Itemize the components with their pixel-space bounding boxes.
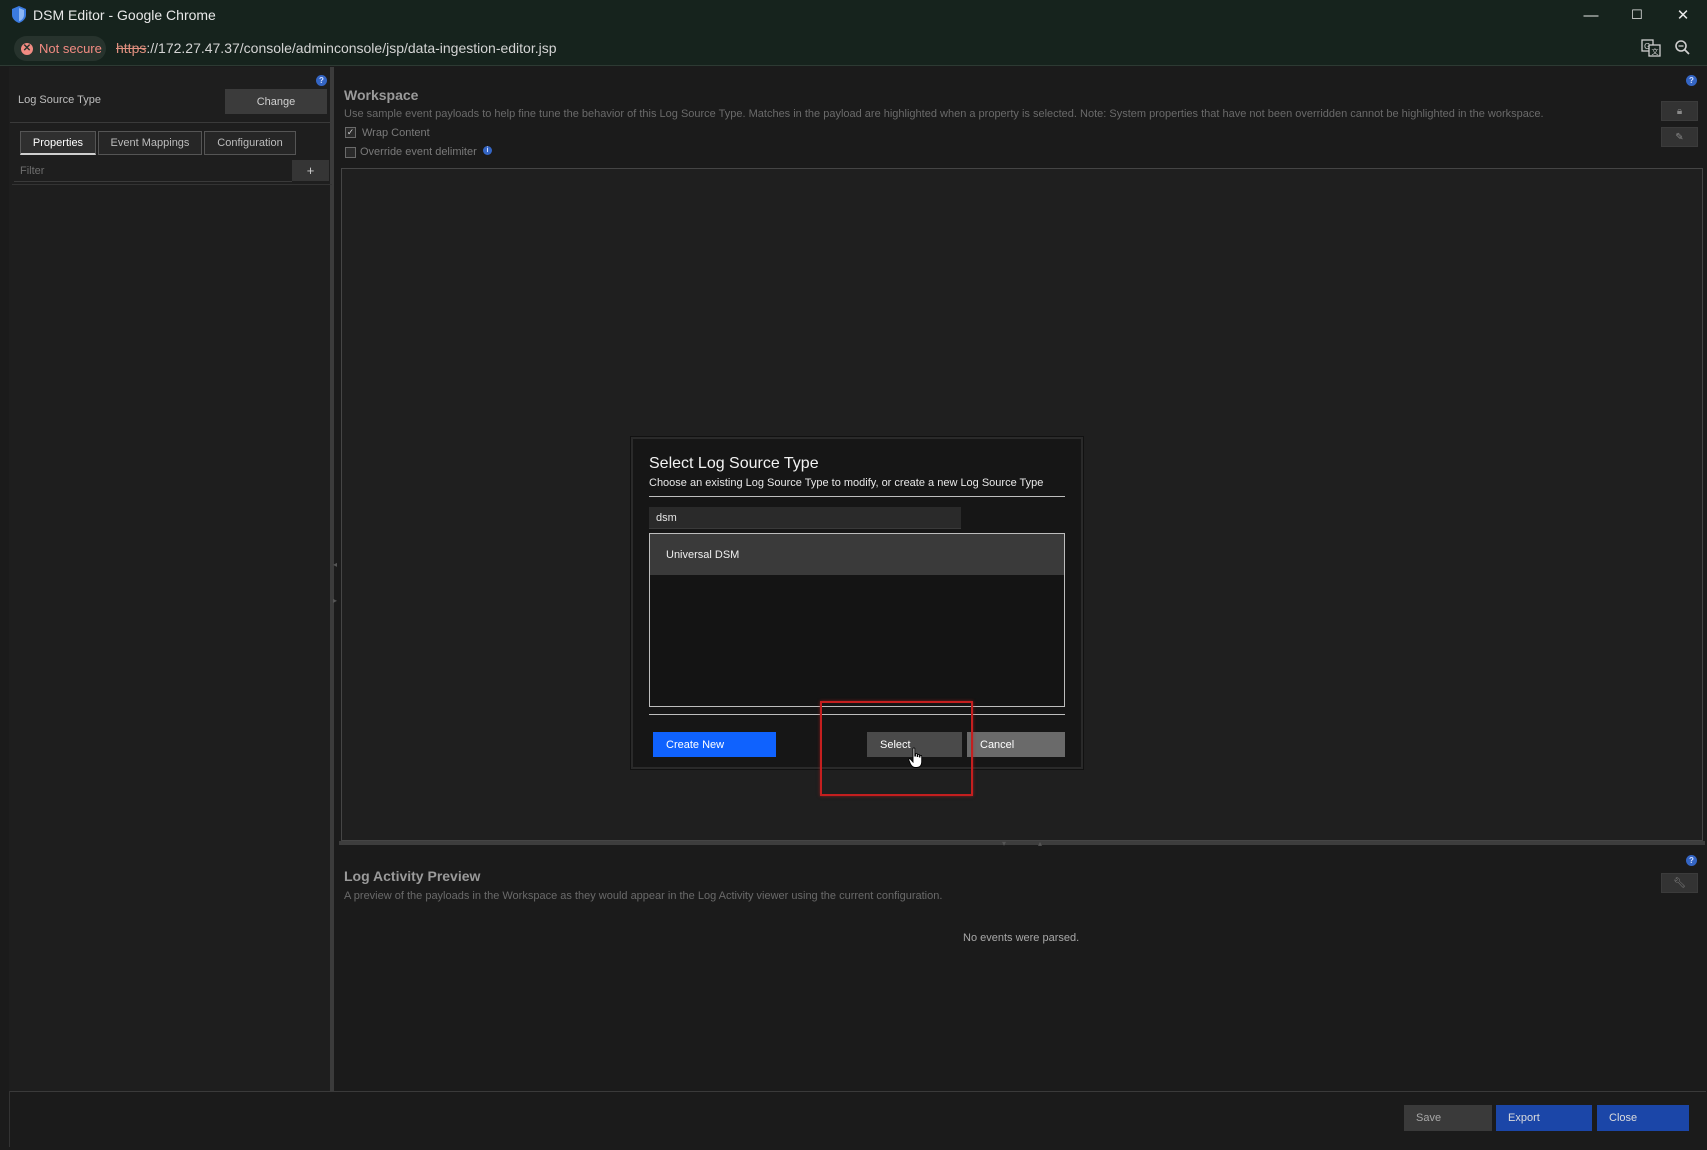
dialog-divider-top (649, 496, 1065, 497)
wrench-icon[interactable]: 🔧︎ (1661, 873, 1698, 893)
workspace-description: Use sample event payloads to help fine t… (344, 108, 1544, 120)
translate-icon[interactable]: G 文 (1641, 39, 1661, 57)
add-property-button[interactable]: + (292, 160, 329, 181)
left-divider (10, 122, 332, 123)
preview-help-icon[interactable]: ? (1686, 855, 1697, 866)
lock-icon[interactable]: 🔒︎ (1661, 101, 1698, 121)
create-new-button[interactable]: Create New (653, 732, 776, 757)
window-title: DSM Editor - Google Chrome (33, 7, 216, 23)
log-source-type-label: Log Source Type (18, 94, 101, 106)
security-chip[interactable]: ✕ Not secure (14, 36, 106, 61)
hand-cursor-icon (908, 747, 923, 768)
url-path: ://172.27.47.37/console/adminconsole/jsp… (146, 40, 557, 56)
warning-icon: ✕ (21, 42, 33, 55)
url-scheme: https (116, 40, 147, 56)
log-activity-preview-description: A preview of the payloads in the Workspa… (344, 890, 943, 902)
address-bar: ✕ Not secure https://172.27.47.37/consol… (0, 30, 1707, 66)
left-panel-help-icon[interactable]: ? (316, 75, 327, 86)
tab-configuration[interactable]: Configuration (204, 131, 296, 155)
export-button[interactable]: Export (1496, 1105, 1592, 1131)
splitter-left-icon[interactable]: ◂ (333, 560, 337, 569)
cancel-button[interactable]: Cancel (967, 732, 1065, 757)
log-activity-preview-title: Log Activity Preview (344, 868, 481, 884)
tab-event-mappings[interactable]: Event Mappings (98, 131, 202, 155)
dialog-description: Choose an existing Log Source Type to mo… (649, 477, 1044, 489)
properties-panel (9, 67, 334, 1091)
url-field[interactable]: https://172.27.47.37/console/adminconsol… (116, 40, 557, 56)
minimize-button[interactable]: — (1568, 0, 1614, 30)
svg-text:G: G (1644, 42, 1650, 51)
delimiter-info-icon[interactable]: i (483, 146, 492, 155)
list-item[interactable]: Universal DSM (650, 534, 1064, 575)
dialog-title: Select Log Source Type (649, 455, 819, 472)
browser-titlebar: DSM Editor - Google Chrome — ☐ ✕ (0, 0, 1707, 30)
workspace-splitter[interactable] (339, 841, 1705, 845)
edit-pencil-icon[interactable]: ✎ (1661, 127, 1698, 147)
wrap-content-label: Wrap Content (362, 127, 430, 139)
app-shield-icon (12, 6, 26, 23)
tab-properties[interactable]: Properties (20, 131, 96, 155)
wrap-content-checkbox[interactable]: ✓ (345, 127, 356, 138)
svg-text:文: 文 (1652, 47, 1659, 56)
workspace-help-icon[interactable]: ? (1686, 75, 1697, 86)
splitter-up-icon[interactable]: ▴ (1038, 839, 1042, 848)
security-label: Not secure (39, 41, 102, 56)
maximize-button[interactable]: ☐ (1614, 0, 1660, 30)
override-delimiter-label: Override event delimiter (360, 146, 477, 158)
change-log-source-button[interactable]: Change (225, 89, 327, 114)
zoom-icon[interactable] (1673, 39, 1693, 57)
filter-input[interactable] (14, 160, 292, 182)
log-source-search-input[interactable] (649, 507, 961, 529)
workspace-title: Workspace (344, 87, 419, 103)
save-button[interactable]: Save (1404, 1105, 1492, 1131)
close-button[interactable]: Close (1597, 1105, 1689, 1131)
highlight-box (820, 701, 973, 796)
filter-divider (12, 184, 332, 185)
no-events-message: No events were parsed. (963, 932, 1080, 944)
splitter-down-icon[interactable]: ▾ (1002, 839, 1006, 848)
override-delimiter-checkbox[interactable] (345, 147, 356, 158)
close-window-button[interactable]: ✕ (1660, 0, 1706, 30)
splitter-right-icon[interactable]: ▸ (333, 596, 337, 605)
